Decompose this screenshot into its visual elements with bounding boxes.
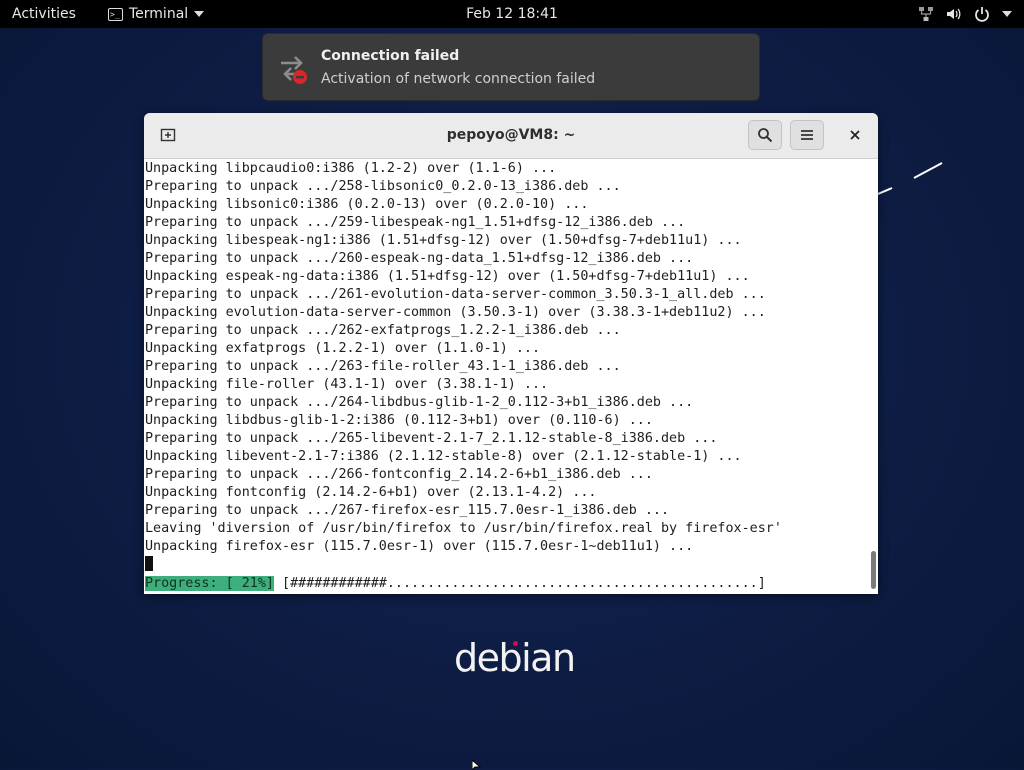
activities-button[interactable]: Activities: [12, 0, 76, 28]
top-bar: Activities Terminal Feb 12 18:41: [0, 0, 1024, 29]
progress-bar: [############...........................…: [274, 576, 766, 591]
terminal-line: Unpacking espeak-ng-data:i386 (1.51+dfsg…: [145, 269, 750, 284]
progress-label: Progress: [ 21%]: [145, 576, 274, 591]
system-menu[interactable]: [918, 0, 1012, 28]
terminal-window: pepoyo@VM8: ~ Unpacking libpcaudio0:i386…: [144, 113, 878, 594]
terminal-line: Unpacking firefox-esr (115.7.0esr-1) ove…: [145, 539, 694, 554]
hamburger-icon: [801, 130, 813, 140]
notification-banner[interactable]: Connection failed Activation of network …: [262, 33, 760, 101]
notification-body: Activation of network connection failed: [321, 71, 596, 87]
terminal-line: Unpacking libpcaudio0:i386 (1.2-2) over …: [145, 161, 557, 176]
window-headerbar[interactable]: pepoyo@VM8: ~: [144, 113, 878, 159]
terminal-line: Preparing to unpack .../258-libsonic0_0.…: [145, 179, 621, 194]
scrollbar-thumb[interactable]: [871, 551, 876, 589]
terminal-line: Preparing to unpack .../265-libevent-2.1…: [145, 431, 718, 446]
terminal-line: Unpacking file-roller (43.1-1) over (3.3…: [145, 377, 549, 392]
volume-icon: [946, 6, 962, 22]
notification-title: Connection failed: [321, 48, 460, 64]
terminal-line: Unpacking libevent-2.1-7:i386 (2.1.12-st…: [145, 449, 742, 464]
terminal-line: Unpacking fontconfig (2.14.2-6+b1) over …: [145, 485, 597, 500]
scrollbar[interactable]: [868, 159, 878, 594]
search-icon: [758, 128, 773, 143]
terminal-line: Unpacking libsonic0:i386 (0.2.0-13) over…: [145, 197, 589, 212]
app-menu-terminal[interactable]: Terminal: [108, 0, 205, 29]
terminal-line: Unpacking libespeak-ng1:i386 (1.51+dfsg-…: [145, 233, 742, 248]
search-button[interactable]: [748, 120, 782, 150]
close-button[interactable]: [838, 120, 872, 150]
terminal-line: Preparing to unpack .../259-libespeak-ng…: [145, 215, 686, 230]
terminal-line: Preparing to unpack .../261-evolution-da…: [145, 287, 766, 302]
progress-line: Progress: [ 21%] [############..........…: [145, 575, 766, 593]
terminal-line: Preparing to unpack .../260-espeak-ng-da…: [145, 251, 694, 266]
terminal-icon: [108, 1, 123, 29]
terminal-line: Unpacking evolution-data-server-common (…: [145, 305, 766, 320]
network-icon: [918, 6, 934, 22]
chevron-down-icon: [194, 11, 205, 17]
menu-button[interactable]: [790, 120, 824, 150]
terminal-line: Leaving 'diversion of /usr/bin/firefox t…: [145, 521, 782, 536]
terminal-line: Preparing to unpack .../262-exfatprogs_1…: [145, 323, 621, 338]
terminal-line: Preparing to unpack .../266-fontconfig_2…: [145, 467, 653, 482]
desktop-decoration: [878, 162, 943, 195]
terminal-line: Preparing to unpack .../264-libdbus-glib…: [145, 395, 694, 410]
network-error-icon: [277, 52, 311, 86]
chevron-down-icon: [1002, 11, 1012, 17]
close-icon: [850, 130, 860, 140]
power-icon: [974, 6, 990, 22]
debian-logo-dot: [513, 641, 518, 646]
terminal-line: Unpacking libdbus-glib-1-2:i386 (0.112-3…: [145, 413, 653, 428]
terminal-line: Preparing to unpack .../263-file-roller_…: [145, 359, 621, 374]
text-cursor: [145, 556, 153, 571]
terminal-line: Unpacking exfatprogs (1.2.2-1) over (1.1…: [145, 341, 541, 356]
clock-button[interactable]: Feb 12 18:41: [466, 6, 558, 22]
app-menu-label: Terminal: [129, 6, 189, 22]
mouse-pointer-icon: [472, 760, 482, 770]
terminal-output[interactable]: Unpacking libpcaudio0:i386 (1.2-2) over …: [144, 159, 866, 594]
terminal-line: Preparing to unpack .../267-firefox-esr_…: [145, 503, 670, 518]
